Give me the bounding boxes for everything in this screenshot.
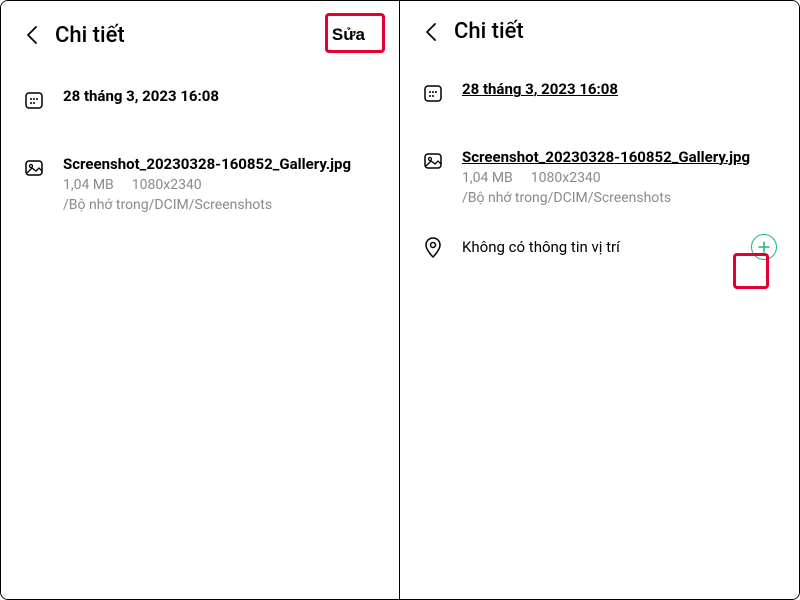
filesize-text: 1,04 MB xyxy=(63,177,114,193)
screenshot-container: Chi tiết Sửa 28 tháng 3, 2023 16:08 Scre… xyxy=(0,0,800,600)
back-icon[interactable] xyxy=(23,26,41,44)
header-left: Chi tiết xyxy=(422,19,524,44)
location-icon xyxy=(422,237,444,259)
dimensions-text: 1080x2340 xyxy=(531,170,601,186)
back-icon[interactable] xyxy=(422,23,440,41)
path-text: /Bộ nhớ trong/DCIM/Screenshots xyxy=(63,197,377,213)
location-text: Không có thông tin vị trí xyxy=(462,238,733,256)
highlight-edit xyxy=(325,13,385,53)
date-text[interactable]: 28 tháng 3, 2023 16:08 xyxy=(462,80,777,98)
filename-text: Screenshot_20230328-160852_Gallery.jpg xyxy=(63,155,377,173)
calendar-icon xyxy=(23,89,45,111)
date-row: 28 tháng 3, 2023 16:08 xyxy=(1,77,399,121)
file-content: Screenshot_20230328-160852_Gallery.jpg 1… xyxy=(462,148,777,206)
file-content: Screenshot_20230328-160852_Gallery.jpg 1… xyxy=(63,155,377,213)
page-title: Chi tiết xyxy=(454,19,524,44)
date-row[interactable]: 28 tháng 3, 2023 16:08 xyxy=(400,70,799,114)
dimensions-text: 1080x2340 xyxy=(132,177,202,193)
calendar-icon xyxy=(422,82,444,104)
page-title: Chi tiết xyxy=(55,23,125,48)
image-icon xyxy=(422,150,444,172)
file-row[interactable]: Screenshot_20230328-160852_Gallery.jpg 1… xyxy=(400,138,799,216)
header-left: Chi tiết xyxy=(23,23,125,48)
panel-details-edit: Chi tiết 28 tháng 3, 2023 16:08 Screensh… xyxy=(400,1,799,599)
image-icon xyxy=(23,157,45,179)
file-meta: 1,04 MB 1080x2340 xyxy=(63,177,377,193)
date-content: 28 tháng 3, 2023 16:08 xyxy=(63,87,377,105)
date-text: 28 tháng 3, 2023 16:08 xyxy=(63,87,377,105)
path-text: /Bộ nhớ trong/DCIM/Screenshots xyxy=(462,190,777,206)
date-content: 28 tháng 3, 2023 16:08 xyxy=(462,80,777,98)
file-row: Screenshot_20230328-160852_Gallery.jpg 1… xyxy=(1,145,399,223)
panel-details-view: Chi tiết Sửa 28 tháng 3, 2023 16:08 Scre… xyxy=(1,1,400,599)
file-meta: 1,04 MB 1080x2340 xyxy=(462,170,777,186)
filesize-text: 1,04 MB xyxy=(462,170,513,186)
filename-text[interactable]: Screenshot_20230328-160852_Gallery.jpg xyxy=(462,148,777,166)
highlight-add xyxy=(733,253,769,289)
header: Chi tiết xyxy=(400,1,799,56)
